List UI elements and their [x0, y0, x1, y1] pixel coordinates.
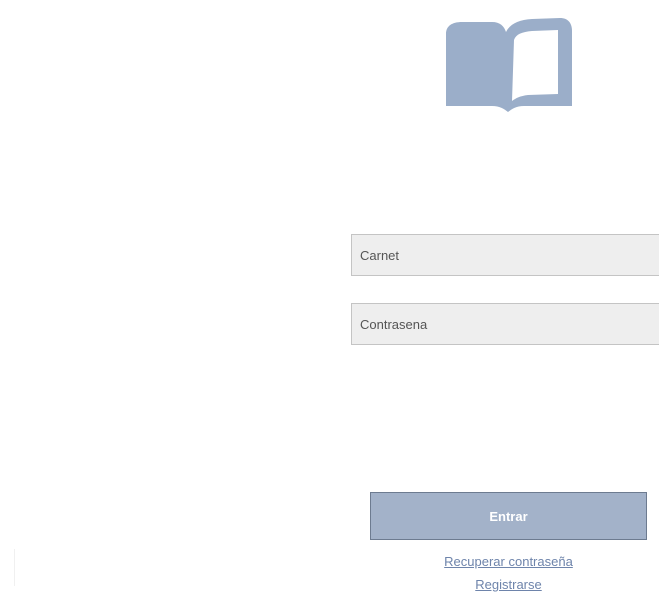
password-input[interactable]: [351, 303, 659, 345]
divider: [14, 549, 15, 586]
recover-password-link[interactable]: Recuperar contraseña: [370, 554, 647, 569]
open-book-icon: [440, 14, 576, 112]
login-page: Entrar Recuperar contraseña Registrarse: [0, 0, 659, 599]
enter-button[interactable]: Entrar: [370, 492, 647, 540]
carnet-input[interactable]: [351, 234, 659, 276]
register-link[interactable]: Registrarse: [370, 577, 647, 592]
